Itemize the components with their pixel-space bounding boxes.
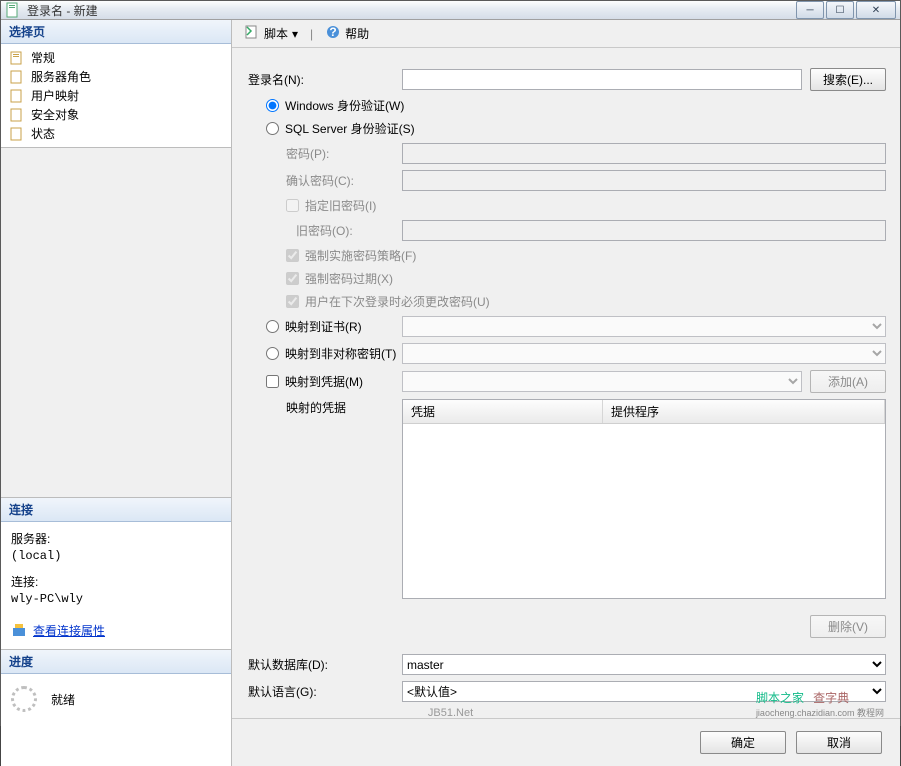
progress-header: 进度 [1,650,231,674]
map-cred-check[interactable] [266,375,279,388]
specify-old-pwd-check [286,199,299,212]
page-nav: 常规 服务器角色 用户映射 安全对象 状态 [1,44,231,148]
map-asym-radio[interactable] [266,347,279,360]
default-lang-label: 默认语言(G): [246,683,402,700]
conn-label: 连接: [11,573,221,590]
map-cert-radio[interactable] [266,320,279,333]
delete-cred-button: 删除(V) [810,615,886,638]
password-label: 密码(P): [246,145,402,162]
default-db-combo[interactable]: master [402,654,886,675]
confirm-password-label: 确认密码(C): [246,172,402,189]
old-password-label: 旧密码(O): [246,222,402,239]
enforce-expire-check [286,272,299,285]
minimize-button[interactable]: ─ [796,1,824,19]
login-name-label: 登录名(N): [246,71,402,88]
help-button[interactable]: ? 帮助 [321,22,373,45]
old-password-input [402,220,886,241]
left-pane: 选择页 常规 服务器角色 用户映射 安全对象 [1,20,232,766]
default-lang-combo[interactable]: <默认值> [402,681,886,702]
mapped-creds-label: 映射的凭据 [246,399,402,416]
page-icon [9,126,25,142]
page-icon [9,107,25,123]
dialog-buttons: 确定 取消 [232,718,900,766]
script-icon [244,24,260,43]
password-input [402,143,886,164]
window-title: 登录名 - 新建 [27,2,796,19]
watermark-center: JB51.Net [428,707,473,719]
map-asym-label: 映射到非对称密钥(T) [285,345,396,362]
ok-button[interactable]: 确定 [700,731,786,754]
server-label: 服务器: [11,530,221,547]
nav-item-label: 服务器角色 [31,68,91,85]
confirm-password-input [402,170,886,191]
script-label: 脚本 [264,25,288,42]
nav-item-securables[interactable]: 安全对象 [7,105,225,124]
nav-item-label: 状态 [31,125,55,142]
properties-icon [11,622,27,638]
map-cert-combo [402,316,886,337]
nav-item-label: 常规 [31,49,55,66]
cred-col-credential[interactable]: 凭据 [403,400,603,423]
search-button[interactable]: 搜索(E)... [810,68,886,91]
windows-auth-label: Windows 身份验证(W) [285,97,404,114]
nav-item-general[interactable]: 常规 [7,48,225,67]
close-button[interactable]: ✕ [856,1,896,19]
sql-auth-radio[interactable] [266,122,279,135]
cred-col-provider[interactable]: 提供程序 [603,400,885,423]
credentials-grid[interactable]: 凭据 提供程序 [402,399,886,599]
conn-props-text: 查看连接属性 [33,622,105,639]
must-change-check [286,295,299,308]
progress-panel: 就绪 [1,674,231,766]
maximize-button[interactable]: ☐ [826,1,854,19]
map-cert-label: 映射到证书(R) [285,318,362,335]
right-pane: 脚本 ▾ | ? 帮助 登录名(N): 搜索(E)... [232,20,900,766]
cancel-button[interactable]: 取消 [796,731,882,754]
form-area: 登录名(N): 搜索(E)... Windows 身份验证(W) SQL Ser… [232,48,900,718]
nav-item-label: 用户映射 [31,87,79,104]
page-icon [9,69,25,85]
enforce-policy-check [286,249,299,262]
dropdown-icon: ▾ [292,27,298,41]
must-change-label: 用户在下次登录时必须更改密码(U) [305,293,490,310]
add-cred-button: 添加(A) [810,370,886,393]
help-icon: ? [325,24,341,43]
connection-panel: 服务器: (local) 连接: wly-PC\wly 查看连接属性 [1,522,231,651]
svg-text:?: ? [330,25,337,39]
page-icon [9,50,25,66]
login-name-input[interactable] [402,69,802,90]
server-value: (local) [11,549,221,563]
page-icon [9,88,25,104]
connection-header: 连接 [1,498,231,522]
nav-item-user-mapping[interactable]: 用户映射 [7,86,225,105]
sql-auth-label: SQL Server 身份验证(S) [285,120,415,137]
enforce-expire-label: 强制密码过期(X) [305,270,393,287]
progress-spinner-icon [11,686,37,712]
conn-value: wly-PC\wly [11,592,221,606]
map-cred-label: 映射到凭据(M) [285,373,363,390]
map-asym-combo [402,343,886,364]
toolbar-sep: | [310,27,313,41]
nav-item-label: 安全对象 [31,106,79,123]
nav-item-server-roles[interactable]: 服务器角色 [7,67,225,86]
map-cred-combo [402,371,802,392]
titlebar[interactable]: 登录名 - 新建 ─ ☐ ✕ [1,1,900,20]
windows-auth-radio[interactable] [266,99,279,112]
app-icon [5,2,21,18]
progress-status: 就绪 [51,691,75,708]
default-db-label: 默认数据库(D): [246,656,402,673]
toolbar: 脚本 ▾ | ? 帮助 [232,20,900,48]
script-button[interactable]: 脚本 ▾ [240,22,302,45]
view-connection-props-link[interactable]: 查看连接属性 [11,622,105,639]
specify-old-pwd-label: 指定旧密码(I) [305,197,376,214]
select-page-header: 选择页 [1,20,231,44]
help-label: 帮助 [345,25,369,42]
dialog-window: 登录名 - 新建 ─ ☐ ✕ 选择页 常规 服务器角色 用户映射 [0,0,901,726]
enforce-policy-label: 强制实施密码策略(F) [305,247,416,264]
nav-item-status[interactable]: 状态 [7,124,225,143]
